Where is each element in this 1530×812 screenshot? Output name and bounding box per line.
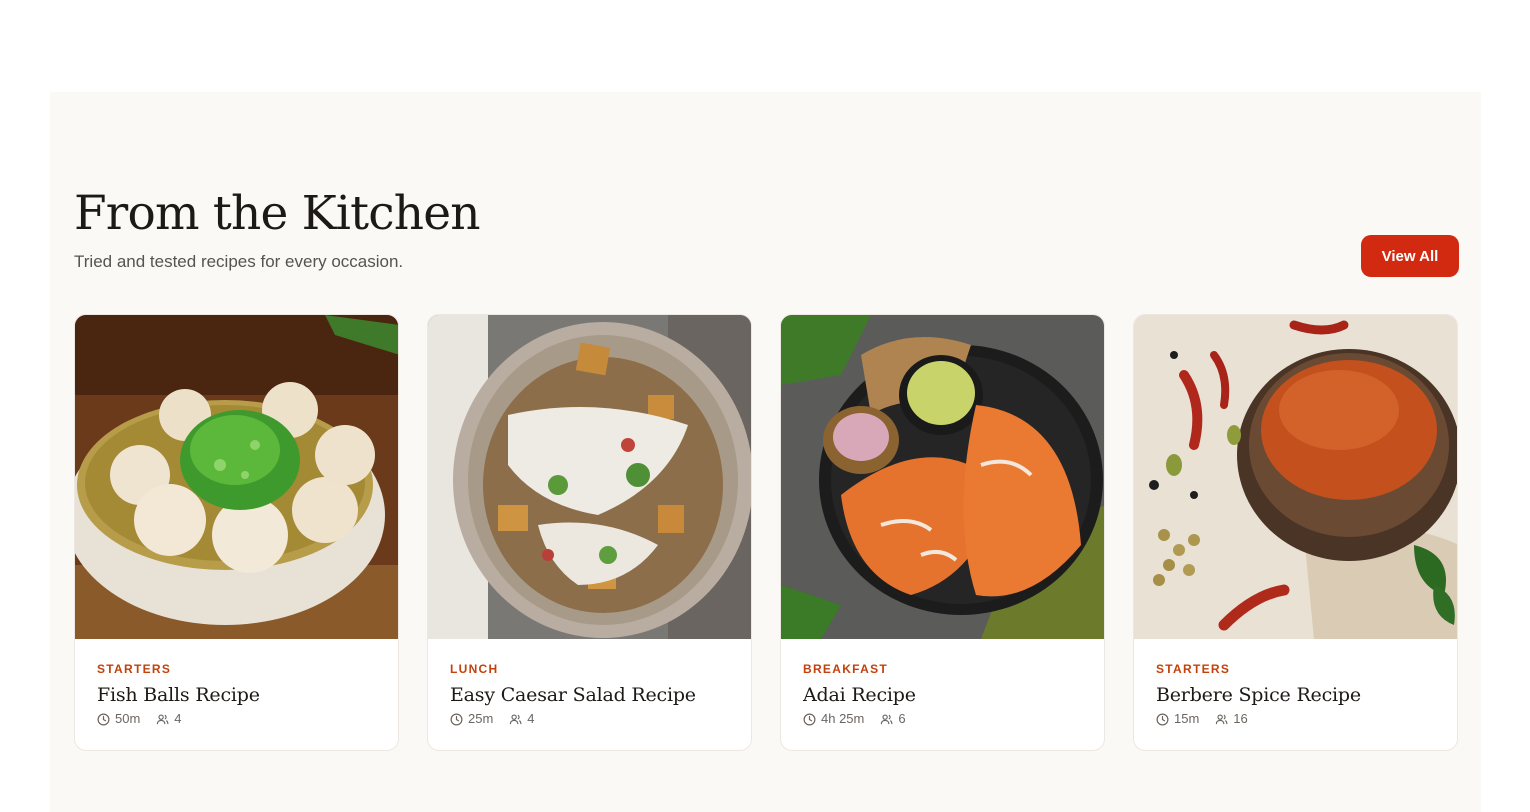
recipe-card[interactable]: STARTERS Fish Balls Recipe 50m 4 [74,314,399,751]
recipe-title[interactable]: Fish Balls Recipe [97,682,382,708]
recipe-meta: 50m 4 [97,711,382,727]
recipe-card[interactable]: BREAKFAST Adai Recipe 4h 25m 6 [780,314,1105,751]
recipe-servings-value: 4 [527,711,535,726]
recipe-category: LUNCH [450,662,499,676]
section-title: From the Kitchen [74,186,481,241]
recipe-servings: 4 [509,711,535,727]
recipe-meta: 15m 16 [1156,711,1441,727]
recipe-category: STARTERS [97,662,172,676]
clock-icon [1156,713,1169,725]
recipe-time-value: 15m [1174,711,1200,726]
clock-icon [450,713,463,725]
recipe-card[interactable]: LUNCH Easy Caesar Salad Recipe 25m 4 [427,314,752,751]
recipe-grid: STARTERS Fish Balls Recipe 50m 4 LUNCH E… [74,314,1459,751]
recipe-time: 25m [450,711,493,727]
recipe-category: STARTERS [1156,662,1231,676]
users-icon [1216,713,1228,724]
recipe-servings-value: 4 [174,711,182,726]
recipe-image[interactable] [75,315,398,639]
recipe-servings-value: 16 [1233,711,1248,726]
recipe-title[interactable]: Berbere Spice Recipe [1156,682,1441,708]
section-subtitle: Tried and tested recipes for every occas… [74,252,404,271]
view-all-button[interactable]: View All [1361,235,1459,277]
recipe-image[interactable] [781,315,1104,639]
recipe-image[interactable] [428,315,751,639]
section-header: From the Kitchen Tried and tested recipe… [74,184,1459,284]
recipe-card[interactable]: STARTERS Berbere Spice Recipe 15m 16 [1133,314,1458,751]
recipe-image[interactable] [1134,315,1457,639]
recipe-servings: 4 [156,711,182,727]
recipe-time-value: 4h 25m [821,711,865,726]
recipe-time-value: 25m [468,711,494,726]
recipe-title[interactable]: Adai Recipe [803,682,1088,708]
clock-icon [803,713,816,725]
recipe-category: BREAKFAST [803,662,889,676]
card-body: STARTERS Berbere Spice Recipe 15m 16 [1156,662,1441,727]
recipes-section: From the Kitchen Tried and tested recipe… [50,92,1481,812]
users-icon [157,713,169,724]
card-body: BREAKFAST Adai Recipe 4h 25m 6 [803,662,1088,727]
recipe-meta: 4h 25m 6 [803,711,1088,727]
users-icon [881,713,893,724]
recipe-time-value: 50m [115,711,141,726]
recipe-time: 50m [97,711,140,727]
recipe-servings: 6 [880,711,906,727]
users-icon [510,713,522,724]
card-body: LUNCH Easy Caesar Salad Recipe 25m 4 [450,662,735,727]
recipe-title[interactable]: Easy Caesar Salad Recipe [450,682,735,708]
recipe-meta: 25m 4 [450,711,735,727]
recipe-servings-value: 6 [898,711,906,726]
clock-icon [97,713,110,725]
recipe-time: 15m [1156,711,1199,727]
card-body: STARTERS Fish Balls Recipe 50m 4 [97,662,382,727]
recipe-time: 4h 25m [803,711,864,727]
recipe-servings: 16 [1215,711,1248,727]
